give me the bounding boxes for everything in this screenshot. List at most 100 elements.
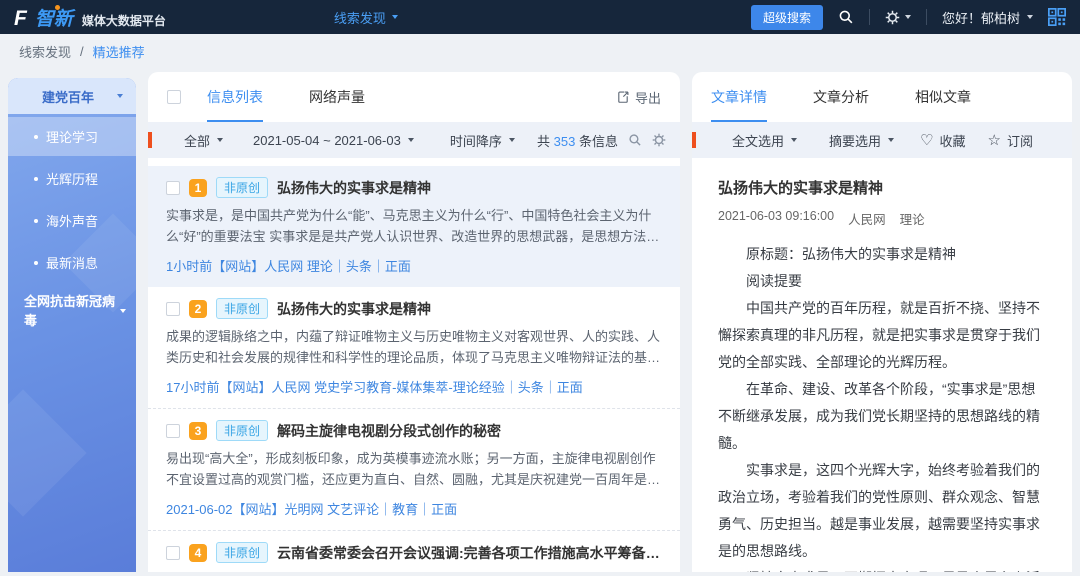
sidebar-item-label: 最新消息 [46,253,98,272]
item-title: 云南省委常委会召开会议强调:完善各项工作措施高水平筹备好COP15 [277,543,662,563]
qr-code-icon[interactable] [1048,8,1066,26]
tab-network-volume[interactable]: 网络声量 [309,72,365,122]
sidebar: 建党百年 理论学习 光辉历程 海外声音 最新消息 全网抗击新冠病毒 [8,78,136,572]
item-summary: 易出现“高大全”，形成刻板印象，成为英模事迹流水账；另一方面，主旋律电视剧创作不… [166,448,662,490]
bullet-dot-icon [34,135,38,139]
list-item-head: 1 非原创 弘扬伟大的实事求是精神 [166,177,662,198]
rank-badge: 1 [189,179,207,197]
user-greeting: 您好！郁柏树 [942,8,1020,27]
divider [926,9,927,25]
fulltext-use-dropdown[interactable]: 全文选用 [732,131,797,150]
article-paragraph: 阅读提要 [718,268,1046,295]
sidebar-group-label: 建党百年 [42,87,94,106]
breadcrumb: 线索发现 / 精选推荐 [0,34,1080,68]
article-paragraph: 在革命、建设、改革各个阶段，“实事求是”思想不断继承发展，成为我们党长期坚持的思… [718,376,1046,457]
subscribe-button[interactable]: ☆ 订阅 [988,131,1033,150]
tab-info-list[interactable]: 信息列表 [207,72,263,122]
scope-filter-dropdown[interactable]: 全部 [184,131,223,150]
rank-badge: 3 [189,422,207,440]
nav-menu-label: 线索发现 [334,8,386,27]
list-item[interactable]: 4 非原创 云南省委常委会召开会议强调:完善各项工作措施高水平筹备好COP15 … [148,530,680,572]
detail-action-bar: 全文选用 摘要选用 ♡ 收藏 ☆ 订阅 [692,122,1072,158]
export-label: 导出 [635,88,661,107]
date-range-dropdown[interactable]: 2021-05-04 ~ 2021-06-03 [253,133,414,148]
abstract-use-dropdown[interactable]: 摘要选用 [829,131,894,150]
origin-tag: 非原创 [216,420,268,441]
article-content: 弘扬伟大的实事求是精神 2021-06-03 09:16:00 人民网 理论 原… [692,158,1072,572]
tab-similar-articles[interactable]: 相似文章 [915,72,971,122]
rank-badge: 2 [189,300,207,318]
list-item[interactable]: 3 非原创 解码主旋律电视剧分段式创作的秘密 易出现“高大全”，形成刻板印象，成… [148,408,680,530]
count-prefix: 共 [537,134,550,149]
item-meta: 2021-06-02【网站】光明网 文艺评论｜教育｜正面 [166,499,662,518]
article-list: 1 非原创 弘扬伟大的实事求是精神 实事求是，是中国共产党为什么“能”、马克思主… [148,158,680,572]
star-icon: ☆ [988,131,1001,149]
count-number: 353 [554,134,576,149]
breadcrumb-current: 精选推荐 [93,42,145,61]
user-menu[interactable]: 您好！郁柏树 [942,8,1033,27]
item-checkbox[interactable] [166,424,180,438]
item-checkbox[interactable] [166,546,180,560]
app-logo: F 智新 媒体大数据平台 [14,4,166,31]
sidebar-group-party-centenary[interactable]: 建党百年 [8,78,136,114]
list-item-head: 4 非原创 云南省委常委会召开会议强调:完善各项工作措施高水平筹备好COP15 [166,542,662,563]
sidebar-item-label: 海外声音 [46,211,98,230]
rank-badge: 4 [189,544,207,562]
list-item-head: 3 非原创 解码主旋律电视剧分段式创作的秘密 [166,420,662,441]
bullet-dot-icon [34,219,38,223]
article-source: 人民网 [848,209,886,228]
chevron-down-icon [1027,15,1033,19]
item-summary: 。 会议强调，要认真学习贯彻《中国共产党组织工作条例》，坚持和加强党对组织工作的… [166,570,662,572]
select-all-checkbox[interactable] [167,90,181,104]
accent-bar [148,132,152,148]
search-icon[interactable] [838,9,854,25]
search-in-list-icon[interactable] [628,133,642,147]
article-time: 2021-06-03 09:16:00 [718,209,834,228]
chevron-down-icon [509,138,515,142]
origin-tag: 非原创 [216,542,268,563]
item-checkbox[interactable] [166,181,180,195]
bullet-dot-icon [34,177,38,181]
top-navbar: F 智新 媒体大数据平台 线索发现 超级搜索 您好！郁柏树 [0,0,1080,34]
export-button[interactable]: 导出 [616,88,661,107]
list-settings-gear-icon[interactable] [652,133,666,147]
chevron-down-icon [408,138,414,142]
item-summary: 成果的逻辑脉络之中，内蕴了辩证唯物主义与历史唯物主义对客观世界、人的实践、人类历… [166,326,662,368]
list-item[interactable]: 2 非原创 弘扬伟大的实事求是精神 成果的逻辑脉络之中，内蕴了辩证唯物主义与历史… [148,287,680,408]
chevron-down-icon [791,138,797,142]
chevron-down-icon [117,94,123,98]
breadcrumb-separator: / [80,44,84,59]
sidebar-item-glorious-course[interactable]: 光辉历程 [8,159,136,198]
abstract-use-label: 摘要选用 [829,131,881,150]
sort-order-dropdown[interactable]: 时间降序 [450,131,515,150]
chevron-down-icon [120,309,126,313]
list-filter-bar: 全部 2021-05-04 ~ 2021-06-03 时间降序 共 353 条信… [148,122,680,158]
tab-article-analysis[interactable]: 文章分析 [813,72,869,122]
heart-icon: ♡ [920,131,933,149]
chevron-down-icon [392,15,398,19]
favorite-button[interactable]: ♡ 收藏 [920,131,965,150]
item-meta: 1小时前【网站】人民网 理论｜头条｜正面 [166,256,662,275]
scope-filter-label: 全部 [184,131,210,150]
article-paragraph: 实事求是，这四个光辉大字，始终考验着我们的政治立场，考验着我们的党性原则、群众观… [718,457,1046,565]
date-range-label: 2021-05-04 ~ 2021-06-03 [253,133,401,148]
navbar-right-group: 超级搜索 您好！郁柏树 [751,5,1066,30]
sidebar-item-latest-news[interactable]: 最新消息 [8,243,136,282]
breadcrumb-parent[interactable]: 线索发现 [19,42,71,61]
article-meta: 2021-06-03 09:16:00 人民网 理论 [718,209,1046,228]
tab-article-detail[interactable]: 文章详情 [711,72,767,122]
detail-panel-tabrow: 文章详情 文章分析 相似文章 [692,72,1072,122]
sidebar-item-theory-study[interactable]: 理论学习 [8,117,136,156]
settings-gear-dropdown[interactable] [885,10,911,25]
item-checkbox[interactable] [166,302,180,316]
article-channel: 理论 [900,209,925,228]
sidebar-group-covid-fight[interactable]: 全网抗击新冠病毒 [8,282,136,340]
logo-f-mark: F [14,7,26,31]
main-content: 建党百年 理论学习 光辉历程 海外声音 最新消息 全网抗击新冠病毒 信息列表 [0,68,1080,572]
super-search-button[interactable]: 超级搜索 [751,5,823,30]
sidebar-item-overseas-voice[interactable]: 海外声音 [8,201,136,240]
bullet-dot-icon [34,261,38,265]
nav-menu-clue-discovery[interactable]: 线索发现 [334,8,398,27]
sort-order-label: 时间降序 [450,131,502,150]
list-item[interactable]: 1 非原创 弘扬伟大的实事求是精神 实事求是，是中国共产党为什么“能”、马克思主… [148,166,680,287]
